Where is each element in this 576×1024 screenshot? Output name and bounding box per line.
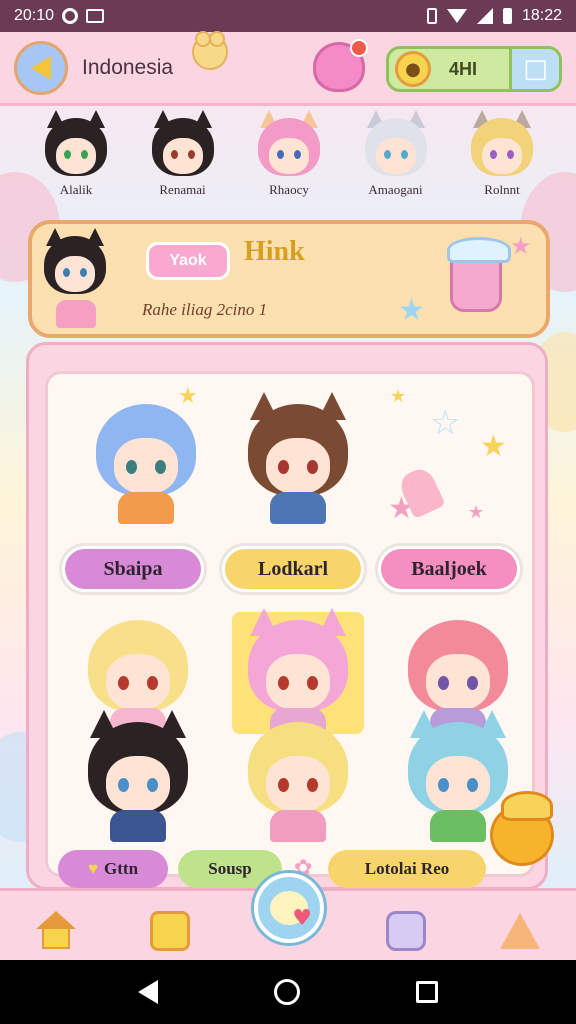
avatar-name: Rolnnt <box>484 182 520 197</box>
vibrate-icon <box>426 8 437 24</box>
avatar-name: Amaogani <box>368 182 423 197</box>
star-icon: ★ <box>480 429 507 464</box>
avatar-slot[interactable]: Amaogani <box>354 110 438 214</box>
back-arrow-icon <box>31 55 51 80</box>
avatar-portrait <box>364 110 427 180</box>
profile-avatar <box>44 228 116 328</box>
signal-icon <box>476 8 493 24</box>
character-button-1[interactable]: Sbaipa <box>62 546 204 592</box>
star-icon: ★ <box>390 386 407 407</box>
mascot-icon[interactable] <box>490 791 554 866</box>
character-portrait[interactable] <box>232 608 364 740</box>
sync-icon <box>62 8 79 24</box>
star-icon: ★ <box>398 293 425 328</box>
system-navigation-bar <box>0 960 576 1024</box>
speech-bubble: Yaok <box>146 242 230 280</box>
snack-icon[interactable] <box>500 913 540 949</box>
bottom-button-1[interactable]: ♥ Gttn <box>58 850 168 888</box>
character-portrait[interactable] <box>88 620 188 740</box>
character-panel: ★ ☆ ★ ★ ★ ★ Sbaipa Lodkarl Baaljoek ♥ Gt… <box>26 342 548 890</box>
bottom-button-3[interactable]: Lotolai Reo <box>328 850 486 888</box>
robot-icon[interactable] <box>386 911 426 951</box>
wifi-icon <box>446 9 467 23</box>
avatar-portrait <box>151 110 214 180</box>
home-icon[interactable] <box>36 911 76 951</box>
notification-icon <box>86 9 105 23</box>
favorites-button[interactable] <box>313 39 368 92</box>
top-header: Indonesia ● 4HI □ <box>0 31 576 106</box>
page-title: Indonesia <box>82 55 174 79</box>
add-coins-icon[interactable]: □ <box>509 49 559 89</box>
system-home-icon[interactable] <box>274 979 300 1005</box>
shaved-ice-icon <box>447 237 511 312</box>
bottom-button-1-label: Gttn <box>104 859 139 878</box>
character-grid: ★ ☆ ★ ★ ★ ★ Sbaipa Lodkarl Baaljoek ♥ Gt… <box>45 371 535 888</box>
center-action-button[interactable] <box>254 873 324 943</box>
avatar-slot[interactable]: Rhaocy <box>247 110 331 214</box>
star-icon: ☆ <box>430 403 461 443</box>
back-button[interactable] <box>14 40 68 95</box>
inventory-icon[interactable] <box>150 911 190 951</box>
avatar-selector-row: Alalik Renamai Rhaocy Amaogani Rolnnt <box>34 110 544 214</box>
avatar-name: Renamai <box>159 182 206 197</box>
heart-icon: ♥ <box>87 859 99 878</box>
character-portrait[interactable] <box>248 722 348 842</box>
character-button-3[interactable]: Baaljoek <box>378 546 520 592</box>
character-portrait[interactable] <box>408 620 508 740</box>
coin-amount: 4HI <box>449 58 478 79</box>
status-clock: 18:22 <box>521 7 562 24</box>
battery-icon <box>502 8 512 24</box>
lollipop-icon: ● <box>395 51 431 87</box>
profile-card: Yaok Hink Rahe iliag 2cino 1 ★ ★ <box>28 220 550 338</box>
profile-title: Hink <box>244 236 305 267</box>
avatar-slot[interactable]: Alalik <box>34 110 118 214</box>
bottom-navigation <box>0 873 576 960</box>
character-portrait[interactable] <box>408 710 508 842</box>
avatar-portrait <box>258 110 320 180</box>
avatar-slot[interactable]: Rolnnt <box>460 110 544 214</box>
character-portrait[interactable] <box>88 710 188 842</box>
avatar-portrait <box>471 110 533 180</box>
chat-heart-icon <box>270 891 312 931</box>
coin-counter[interactable]: ● 4HI □ <box>386 46 562 92</box>
system-back-icon[interactable] <box>138 980 158 1004</box>
status-time: 20:10 <box>14 7 55 24</box>
character-portrait[interactable] <box>96 404 196 524</box>
star-icon: ★ <box>510 232 532 260</box>
star-icon: ★ <box>468 502 485 523</box>
avatar-name: Alalik <box>59 182 93 197</box>
system-recents-icon[interactable] <box>416 981 438 1003</box>
avatar-portrait <box>45 110 107 180</box>
status-bar: 20:10 18:22 <box>0 0 576 32</box>
character-portrait[interactable] <box>248 392 348 524</box>
profile-subtitle: Rahe iliag 2cino 1 <box>142 300 268 319</box>
avatar-slot[interactable]: Renamai <box>141 110 225 214</box>
character-button-2[interactable]: Lodkarl <box>222 546 364 592</box>
bear-icon <box>192 31 228 70</box>
avatar-name: Rhaocy <box>269 182 309 197</box>
